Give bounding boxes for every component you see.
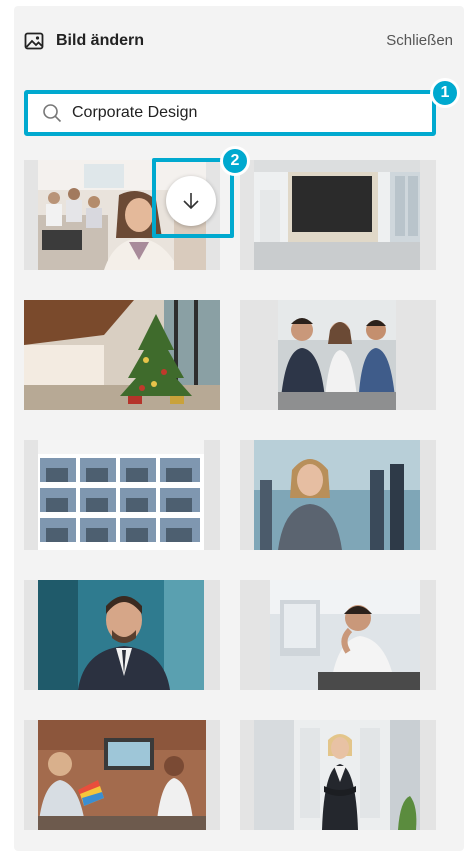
image-stressed-worker-headset[interactable] <box>240 580 436 690</box>
image-grid <box>24 160 436 830</box>
image-icon <box>24 32 44 50</box>
search-results-illustration <box>38 440 204 550</box>
image-building-search-results[interactable] <box>24 440 220 550</box>
download-button[interactable] <box>166 176 216 226</box>
search-icon <box>43 104 62 123</box>
christmas-tree-illustration <box>24 300 220 410</box>
image-lobby-christmas-tree[interactable] <box>24 300 220 410</box>
image-empty-office-screen[interactable] <box>240 160 436 270</box>
image-color-swatch-meeting[interactable] <box>24 720 220 830</box>
step-badge-1: 1 <box>430 78 460 108</box>
search-input[interactable] <box>72 104 372 122</box>
image-woman-office-hallway[interactable] <box>240 720 436 830</box>
businessman-illustration <box>38 580 204 690</box>
business-meeting-illustration <box>278 300 396 410</box>
image-businesswoman-portrait[interactable] <box>240 440 436 550</box>
panel-title: Bild ändern <box>56 32 145 49</box>
businesswoman-illustration <box>254 440 420 550</box>
panel-header: Bild ändern Schließen <box>24 30 453 60</box>
search-box[interactable] <box>24 90 436 136</box>
office-screen-illustration <box>254 160 420 270</box>
stressed-worker-illustration <box>270 580 420 690</box>
color-swatch-illustration <box>38 720 206 830</box>
image-businessman-portrait[interactable] <box>24 580 220 690</box>
step-badge-2: 2 <box>220 146 250 176</box>
arrow-down-icon <box>183 193 199 210</box>
title-wrap: Bild ändern <box>24 32 144 50</box>
woman-hallway-illustration <box>254 720 420 830</box>
image-business-meeting[interactable] <box>240 300 436 410</box>
close-button[interactable]: Schließen <box>386 32 453 49</box>
